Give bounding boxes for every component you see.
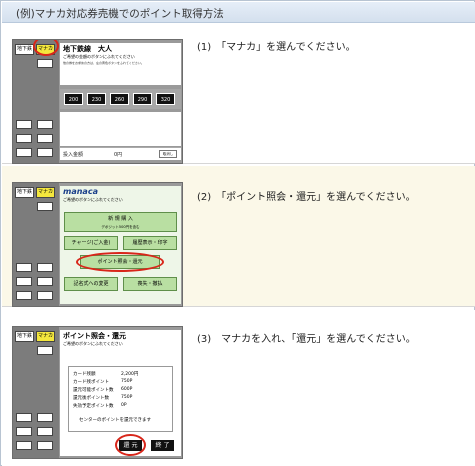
center-points-note: センターのポイントを還元できます	[79, 418, 151, 423]
side-button[interactable]	[37, 148, 53, 157]
fare-subtitle: ご希望の金額のボタンにふれてください	[63, 54, 135, 59]
side-button[interactable]	[16, 277, 32, 286]
side-button[interactable]	[37, 427, 53, 436]
step-1-section: 地下鉄 マナカ 地下鉄線 大人 ご希望の金額のボタンにふれてください 他の券をお…	[2, 23, 475, 164]
ticket-machine-screen-3: 地下鉄 マナカ ポイント照会・還元 ご希望のボタンにふれてください カード残額 …	[12, 326, 183, 459]
finish-button[interactable]: 終 了	[150, 439, 175, 452]
side-button[interactable]	[16, 413, 32, 422]
step-2-instruction: (2) 「ポイント照会・還元」を選んでください。	[197, 192, 416, 203]
amount-value: 0円	[114, 152, 123, 158]
step-2-section: 地下鉄 マナカ manaca ご希望のボタンにふれてください 新 規 購 入 デ…	[2, 166, 475, 307]
reissue-button[interactable]: 喪失・撤払	[123, 277, 177, 291]
row-label: 失効予定ポイント数	[73, 404, 114, 409]
guide-frame: (例)マナカ対応券売機でのポイント取得方法 地下鉄 マナカ 地下鉄線 大人 ご希…	[0, 0, 475, 466]
registration-change-button[interactable]: 記名式への変更	[64, 277, 118, 291]
step-1-instruction: (1) 「マナカ」を選んでください。	[197, 42, 356, 53]
manaca-subtitle: ご希望のボタンにふれてください	[63, 197, 123, 202]
fare-button[interactable]: 230	[87, 93, 106, 105]
side-button[interactable]	[37, 120, 53, 129]
row-label: カード残額	[73, 372, 96, 377]
new-purchase-button[interactable]: 新 規 購 入 デポジット500円を含む	[64, 212, 177, 232]
side-button[interactable]	[16, 148, 32, 157]
side-button[interactable]	[37, 59, 53, 68]
inserted-amount-bar: 投入金額 0円 取消し	[60, 147, 181, 160]
amount-label: 投入金額	[63, 152, 84, 158]
side-button[interactable]	[37, 346, 53, 355]
manaca-menu-panel: manaca ご希望のボタンにふれてください 新 規 購 入 デポジット500円…	[60, 186, 181, 304]
cancel-button[interactable]: 取消し	[159, 150, 177, 158]
fare-header-panel: 地下鉄線 大人 ご希望の金額のボタンにふれてください 他の券をお求めの方は、左の…	[60, 43, 181, 85]
fare-note: 他の券をお求めの方は、左の黄色ボタンをふれてください。	[63, 61, 144, 65]
side-button[interactable]	[37, 291, 53, 300]
step-3-instruction: (3) マナカを入れ、「還元」を選んでください。	[197, 334, 416, 345]
row-value: 0P	[121, 403, 127, 408]
side-button[interactable]	[16, 441, 32, 450]
side-panel: 地下鉄 マナカ	[13, 327, 59, 458]
charge-button[interactable]: チャージ(ご入金)	[64, 236, 118, 250]
row-value: 750P	[121, 395, 133, 400]
side-button[interactable]	[37, 134, 53, 143]
fare-button[interactable]: 320	[156, 93, 175, 105]
side-button[interactable]	[16, 427, 32, 436]
subway-tab-button[interactable]: 地下鉄	[15, 187, 34, 198]
side-button[interactable]	[37, 441, 53, 450]
points-subtitle: ご希望のボタンにふれてください	[63, 341, 123, 346]
row-value: 2,200円	[121, 372, 139, 377]
side-panel: 地下鉄 マナカ	[13, 183, 59, 306]
side-panel: 地下鉄 マナカ	[13, 40, 59, 163]
side-button[interactable]	[16, 291, 32, 300]
row-value: 600P	[121, 387, 133, 392]
subway-tab-button[interactable]: 地下鉄	[15, 331, 34, 342]
fare-button[interactable]: 260	[110, 93, 129, 105]
new-purchase-sublabel: デポジット500円を含む	[101, 225, 140, 229]
new-purchase-label: 新 規 購 入	[108, 216, 133, 222]
highlight-circle	[76, 252, 164, 272]
history-button[interactable]: 履歴表示・印字	[123, 236, 177, 250]
guide-header: (例)マナカ対応券売機でのポイント取得方法	[2, 2, 475, 23]
side-button[interactable]	[16, 120, 32, 129]
side-button[interactable]	[37, 202, 53, 211]
ticket-machine-screen-2: 地下鉄 マナカ manaca ご希望のボタンにふれてください 新 規 購 入 デ…	[12, 182, 183, 307]
side-button[interactable]	[37, 263, 53, 272]
manaca-logo: manaca	[63, 187, 98, 196]
guide-title: (例)マナカ対応券売機でのポイント取得方法	[16, 8, 224, 20]
row-label: 還元後ポイント数	[73, 396, 109, 401]
points-panel: ポイント照会・還元 ご希望のボタンにふれてください カード残額 2,200円 カ…	[60, 330, 181, 456]
fare-button-row: 200 230 260 290 320	[60, 89, 181, 109]
side-button[interactable]	[16, 263, 32, 272]
manaca-tab-button[interactable]: マナカ	[36, 187, 55, 198]
fare-button[interactable]: 290	[133, 93, 152, 105]
highlight-circle	[115, 434, 146, 456]
fare-title: 地下鉄線 大人	[63, 45, 112, 53]
manaca-tab-button[interactable]: マナカ	[36, 331, 55, 342]
subway-tab-button[interactable]: 地下鉄	[15, 44, 34, 55]
row-value: 750P	[121, 379, 133, 384]
ticket-machine-screen-1: 地下鉄 マナカ 地下鉄線 大人 ご希望の金額のボタンにふれてください 他の券をお…	[12, 39, 183, 164]
side-button[interactable]	[37, 413, 53, 422]
side-button[interactable]	[16, 134, 32, 143]
row-label: カード残ポイント	[73, 380, 109, 385]
row-label: 還元可能ポイント数	[73, 388, 114, 393]
blank-panel	[60, 112, 181, 146]
points-title: ポイント照会・還元	[63, 332, 126, 340]
side-button[interactable]	[37, 277, 53, 286]
step-3-section: 地下鉄 マナカ ポイント照会・還元 ご希望のボタンにふれてください カード残額 …	[2, 310, 475, 466]
fare-button[interactable]: 200	[64, 93, 83, 105]
points-info-box: カード残額 2,200円 カード残ポイント 750P 還元可能ポイント数 600…	[68, 366, 173, 432]
